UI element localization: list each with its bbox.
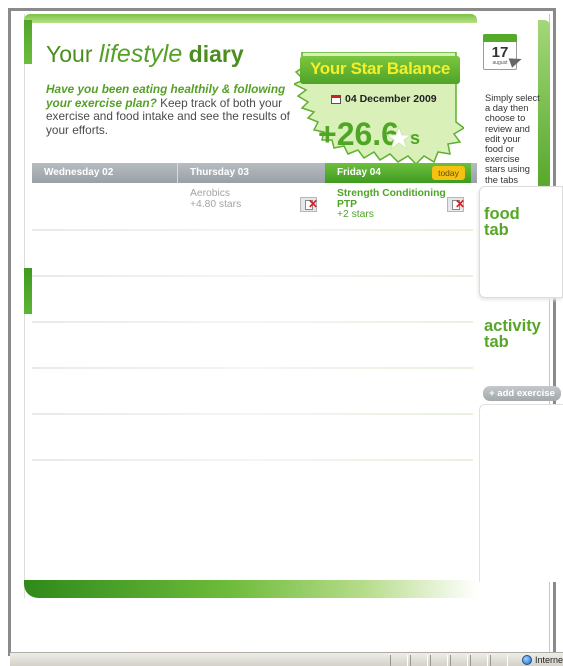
entry-name-line1: Strength Conditioning xyxy=(337,188,446,199)
intro-text: Have you been eating healthily & followi… xyxy=(46,82,293,137)
star-icon xyxy=(386,126,412,150)
security-zone: Internet xyxy=(522,653,563,666)
row-divider xyxy=(32,459,473,461)
day-tab-wednesday[interactable]: Wednesday 02 xyxy=(32,163,177,183)
delete-entry-button[interactable]: ✕ xyxy=(447,197,466,212)
row-divider xyxy=(32,367,473,369)
diary-panel-footer xyxy=(24,580,477,598)
tab-activity-line1: activity xyxy=(484,317,541,335)
browser-page: Your lifestyle diary Have you been eatin… xyxy=(0,0,563,666)
star-balance-title: Your Star Balance xyxy=(309,59,451,78)
add-exercise-button[interactable]: + add exercise xyxy=(483,386,561,401)
cursor-arrow-icon xyxy=(508,54,524,68)
entry-points: +2 stars xyxy=(337,209,374,220)
entry-points: +4.80 stars xyxy=(190,198,242,210)
page-title: Your lifestyle diary xyxy=(46,40,244,69)
calendar-small-icon xyxy=(331,94,341,104)
calendar-icon-header xyxy=(483,34,517,42)
tab-food-line2: tab xyxy=(484,221,509,239)
delete-icon: ✕ xyxy=(455,197,466,211)
row-divider xyxy=(32,229,473,231)
delete-icon: ✕ xyxy=(308,197,319,211)
tab-food[interactable] xyxy=(479,186,563,298)
delete-entry-button[interactable]: ✕ xyxy=(300,197,319,212)
row-divider xyxy=(32,413,473,415)
tab-activity-line2: tab xyxy=(484,333,509,351)
star-balance-date-row: 04 December 2009 xyxy=(331,93,437,105)
status-cell xyxy=(430,655,448,666)
star-balance-date: 04 December 2009 xyxy=(345,93,437,105)
star-balance-suffix: s xyxy=(410,128,421,148)
status-cell xyxy=(470,655,488,666)
security-zone-label: Internet xyxy=(535,655,563,665)
row-divider xyxy=(32,275,473,277)
title-italic: lifestyle xyxy=(98,40,183,68)
entry-aerobics[interactable]: Aerobics +4.80 stars xyxy=(190,188,242,210)
tab-food-line1: food xyxy=(484,205,520,223)
entry-name: Aerobics xyxy=(190,188,231,199)
diary-row-accent xyxy=(24,268,32,314)
status-cell xyxy=(410,655,428,666)
title-prefix: Your xyxy=(46,41,93,67)
sidebar-hint: Simply select a day then choose to revie… xyxy=(485,93,540,195)
status-cell xyxy=(390,655,408,666)
diary-panel-accent xyxy=(24,20,32,64)
window-frame-top xyxy=(8,8,556,11)
status-cell xyxy=(450,655,468,666)
tab-food-label: food tab xyxy=(484,205,520,239)
browser-status-bar: Internet xyxy=(10,652,563,666)
day-tab-thursday[interactable]: Thursday 03 xyxy=(178,163,324,183)
globe-icon xyxy=(522,655,532,665)
row-divider xyxy=(32,321,473,323)
entry-strength-conditioning[interactable]: Strength Conditioning PTP +2 stars xyxy=(337,188,446,221)
activity-panel xyxy=(479,404,563,582)
status-cell xyxy=(490,655,508,666)
title-suffix: diary xyxy=(188,41,244,67)
today-badge: today xyxy=(432,166,465,180)
window-frame-left xyxy=(8,8,11,656)
diary-panel-top-border xyxy=(24,14,477,23)
tab-activity-label: activity tab xyxy=(484,317,541,351)
